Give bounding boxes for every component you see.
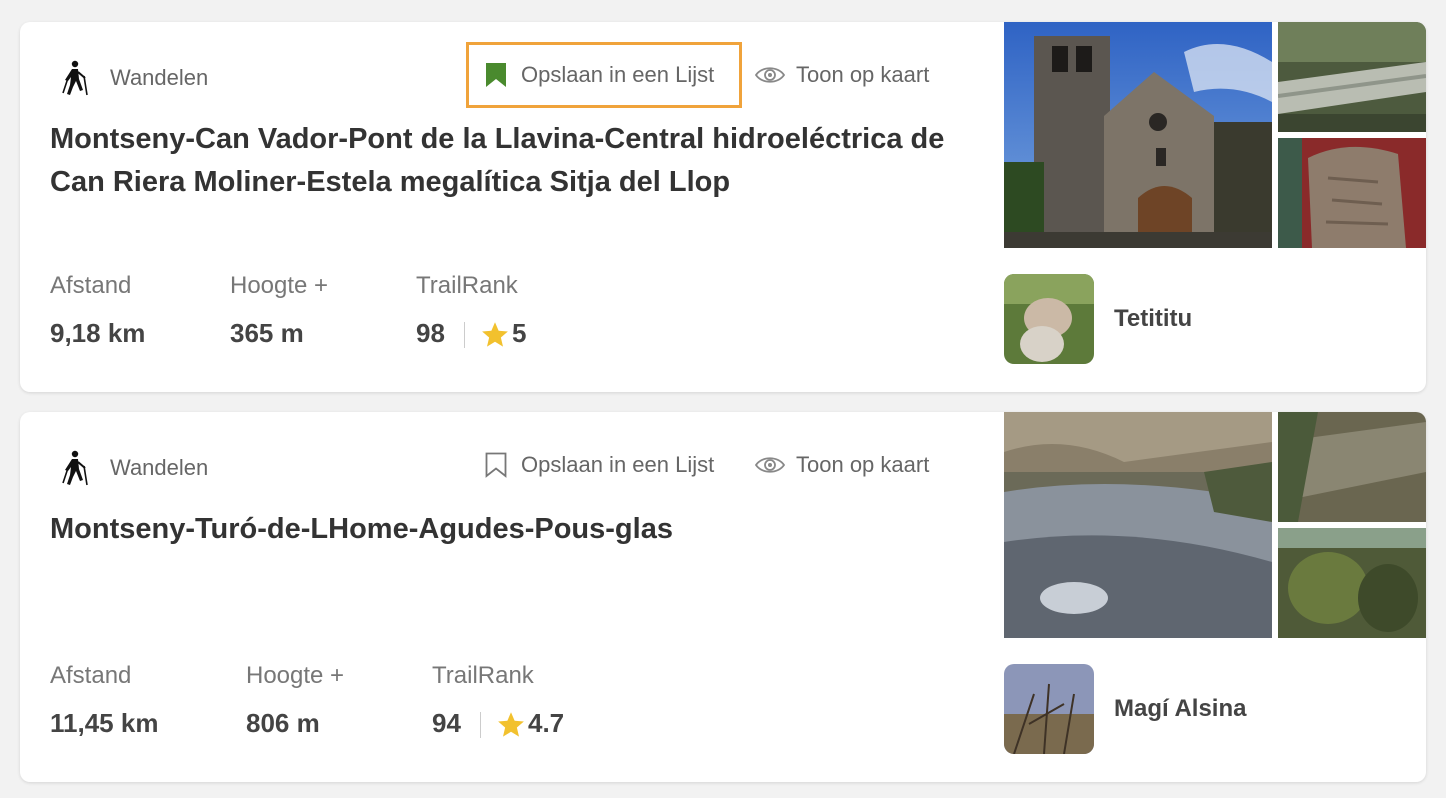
trail-photo-main[interactable] xyxy=(1004,22,1272,248)
bookmark-outline-icon xyxy=(485,452,507,478)
activity-label: Wandelen xyxy=(110,65,209,90)
trailrank-label: TrailRank xyxy=(432,662,534,689)
distance-value: 9,18 km xyxy=(50,318,146,348)
eye-icon xyxy=(754,67,786,83)
show-on-map-label: Toon op kaart xyxy=(796,62,930,87)
bridge-photo xyxy=(1278,22,1426,132)
rating-value: 5 xyxy=(512,318,527,348)
show-on-map-button[interactable]: Toon op kaart xyxy=(754,452,929,478)
elevation-label: Hoogte + xyxy=(246,662,345,689)
elevation-value: 806 m xyxy=(246,708,320,738)
distance-label: Afstand xyxy=(50,272,132,299)
church-photo xyxy=(1004,22,1272,248)
trail-photo-small[interactable] xyxy=(1278,528,1426,638)
trail-photo-small[interactable] xyxy=(1278,22,1426,132)
save-to-list-label: Opslaan in een Lijst xyxy=(521,62,715,87)
show-on-map-label: Toon op kaart xyxy=(796,452,930,477)
activity-type: Wandelen xyxy=(56,60,208,96)
author-name[interactable]: Magí Alsina xyxy=(1114,695,1246,723)
author-avatar[interactable] xyxy=(1004,664,1094,754)
save-to-list-label: Opslaan in een Lijst xyxy=(521,452,715,477)
avatar-photo xyxy=(1004,274,1094,364)
rank-separator xyxy=(464,322,465,348)
trail-photo-main[interactable] xyxy=(1004,412,1272,638)
bush-photo xyxy=(1278,528,1426,638)
rating-value: 4.7 xyxy=(528,708,565,738)
star-icon xyxy=(498,712,524,737)
stele-photo xyxy=(1278,138,1426,248)
star-icon xyxy=(482,322,508,347)
trailrank-label: TrailRank xyxy=(416,272,518,299)
elevation-value: 365 m xyxy=(230,318,304,348)
hiker-icon xyxy=(62,60,88,96)
trail-card[interactable]: Wandelen Opslaan in een Lijst Toon op ka… xyxy=(20,412,1426,782)
eye-icon xyxy=(754,457,786,473)
trail-ground-photo xyxy=(1278,412,1426,522)
bookmark-filled-icon xyxy=(486,63,506,87)
hiker-icon xyxy=(62,450,88,486)
author-name[interactable]: Tetititu xyxy=(1114,305,1192,333)
show-on-map-button[interactable]: Toon op kaart xyxy=(754,62,929,88)
avatar-photo xyxy=(1004,664,1094,754)
trailrank-value: 98 xyxy=(416,318,445,348)
trail-photo-small[interactable] xyxy=(1278,138,1426,248)
distance-label: Afstand xyxy=(50,662,132,689)
trail-title[interactable]: Montseny-Can Vador-Pont de la Llavina-Ce… xyxy=(50,118,950,204)
trail-card[interactable]: Wandelen Opslaan in een Lijst Toon op ka… xyxy=(20,22,1426,392)
save-to-list-button[interactable]: Opslaan in een Lijst xyxy=(466,432,742,498)
trailrank-value: 94 xyxy=(432,708,461,738)
path-photo xyxy=(1004,412,1272,638)
activity-label: Wandelen xyxy=(110,455,209,480)
rank-separator xyxy=(480,712,481,738)
trail-photo-small[interactable] xyxy=(1278,412,1426,522)
activity-type: Wandelen xyxy=(56,450,208,486)
trail-title[interactable]: Montseny-Turó-de-LHome-Agudes-Pous-glas xyxy=(50,508,950,551)
save-to-list-button[interactable]: Opslaan in een Lijst xyxy=(466,42,742,108)
distance-value: 11,45 km xyxy=(50,708,159,738)
elevation-label: Hoogte + xyxy=(230,272,329,299)
author-avatar[interactable] xyxy=(1004,274,1094,364)
